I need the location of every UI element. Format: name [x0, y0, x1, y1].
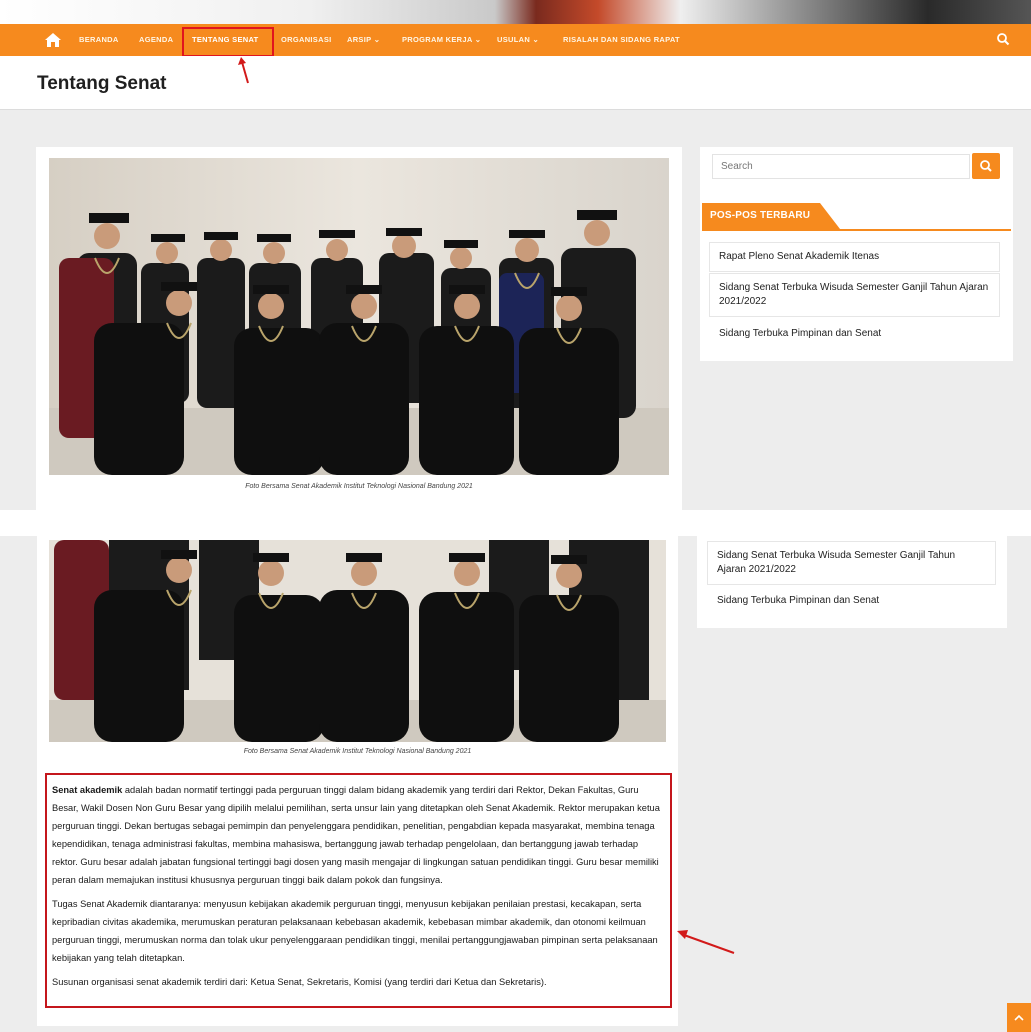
paragraph-tasks: Tugas Senat Akademik diantaranya: menyus…: [52, 899, 658, 963]
recent-post-link[interactable]: Sidang Terbuka Pimpinan dan Senat: [707, 586, 996, 616]
nav-item-program-kerja[interactable]: PROGRAM KERJA ⌄: [402, 35, 481, 44]
recent-post-link[interactable]: Sidang Senat Terbuka Wisuda Semester Gan…: [709, 273, 1000, 317]
screenshot-top: BERANDA AGENDA TENTANG SENAT ORGANISASI …: [0, 0, 1031, 510]
nav-item-usulan[interactable]: USULAN ⌄: [497, 35, 539, 44]
term-bold: Senat akademik: [52, 785, 123, 795]
search-button[interactable]: [972, 153, 1000, 179]
group-photo: [49, 158, 669, 475]
nav-item-agenda[interactable]: AGENDA: [139, 35, 173, 44]
page-title-bar: Tentang Senat: [0, 56, 1031, 110]
paragraph-organization: Susunan organisasi senat akademik terdir…: [52, 977, 547, 987]
widget-title: POS-POS TERBARU: [710, 210, 811, 221]
recent-post-link[interactable]: Sidang Terbuka Pimpinan dan Senat: [709, 319, 1000, 349]
search-icon[interactable]: [996, 32, 1010, 46]
content-card: Foto Bersama Senat Akademik Institut Tek…: [36, 147, 682, 510]
home-icon[interactable]: [44, 32, 62, 48]
active-nav-highlight-box: [182, 27, 274, 57]
annotation-arrow-icon: [238, 57, 249, 84]
nav-item-beranda[interactable]: BERANDA: [79, 35, 119, 44]
photo-caption: Foto Bersama Senat Akademik Institut Tek…: [245, 483, 473, 490]
photo-caption: Foto Bersama Senat Akademik Institut Tek…: [243, 748, 472, 755]
search-input[interactable]: Search: [712, 154, 970, 179]
nav-item-arsip[interactable]: ARSIP ⌄: [347, 35, 380, 44]
page-title: Tentang Senat: [37, 73, 167, 94]
scroll-to-top-button[interactable]: [1007, 1003, 1031, 1032]
screenshot-bottom: Foto Bersama Senat Akademik Institut Tek…: [0, 536, 1031, 1032]
highlighted-text-block: Senat akademik adalah badan normatif ter…: [45, 773, 672, 1008]
nav-item-organisasi[interactable]: ORGANISASI: [281, 35, 332, 44]
group-photo: [49, 540, 666, 742]
annotation-arrow-icon: [677, 930, 735, 954]
content-card: Foto Bersama Senat Akademik Institut Tek…: [37, 536, 678, 1026]
recent-post-link[interactable]: Sidang Senat Terbuka Wisuda Semester Gan…: [707, 541, 996, 585]
nav-item-risalah[interactable]: RISALAH DAN SIDANG RAPAT: [563, 35, 680, 44]
chevron-up-icon: [1014, 1014, 1024, 1021]
search-icon: [980, 160, 992, 172]
header-banner-image: [0, 0, 1031, 24]
sidebar-widget: Search POS-POS TERBARU Rapat Pleno Senat…: [700, 147, 1013, 361]
paragraph-definition: Senat akademik adalah badan normatif ter…: [52, 785, 660, 885]
recent-post-link[interactable]: Rapat Pleno Senat Akademik Itenas: [709, 242, 1000, 272]
sidebar-widget: Sidang Senat Terbuka Wisuda Semester Gan…: [697, 536, 1007, 628]
widget-title-bar: POS-POS TERBARU: [702, 203, 1011, 231]
main-navbar: BERANDA AGENDA TENTANG SENAT ORGANISASI …: [0, 24, 1031, 56]
